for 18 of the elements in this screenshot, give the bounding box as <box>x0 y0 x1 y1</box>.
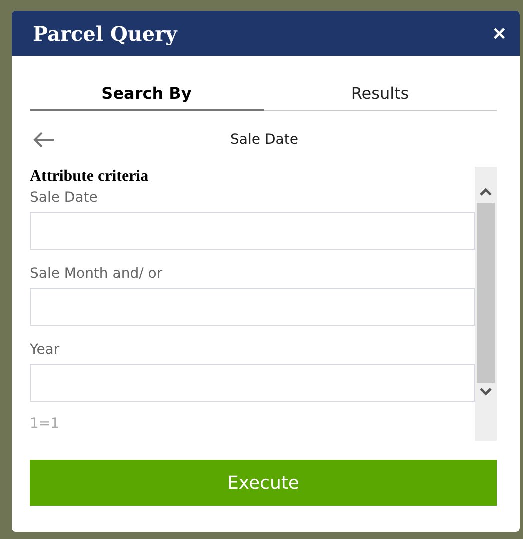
field-label: Sale Date <box>30 190 99 206</box>
scroll-down-icon[interactable] <box>479 387 493 397</box>
input-field[interactable] <box>30 212 475 250</box>
input-field[interactable] <box>30 288 475 326</box>
expression-text: 1=1 <box>30 416 61 432</box>
scrollbar[interactable] <box>475 167 497 441</box>
field-label: Sale Month and/ or <box>30 266 164 282</box>
criteria-heading: Attribute criteria <box>30 168 150 186</box>
scrollbar-thumb[interactable] <box>477 203 495 383</box>
back-arrow-icon[interactable] <box>32 131 56 149</box>
scroll-up-icon[interactable] <box>479 187 493 197</box>
tab[interactable]: Results <box>264 80 497 111</box>
window-title: Parcel Query <box>33 22 178 46</box>
field-label: Year <box>30 342 61 358</box>
close-button[interactable]: × <box>493 20 506 46</box>
input-field[interactable] <box>30 364 475 402</box>
section-title: Sale Date <box>230 132 300 148</box>
tab[interactable]: Search By <box>30 80 264 111</box>
